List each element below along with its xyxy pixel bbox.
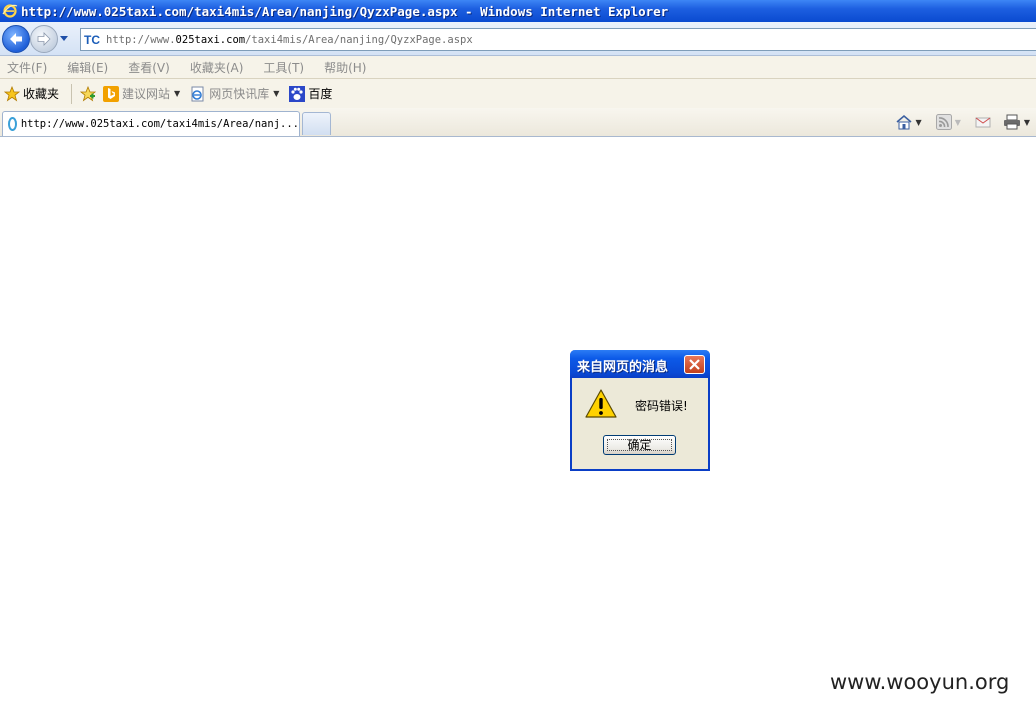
window-title-bar[interactable]: http://www.025taxi.com/taxi4mis/Area/nan… (0, 0, 1036, 22)
watermark-text: www.wooyun.org (830, 670, 1010, 694)
back-button[interactable] (2, 25, 30, 53)
window-title: http://www.025taxi.com/taxi4mis/Area/nan… (21, 3, 669, 19)
suggested-sites-dropdown-icon[interactable]: ▼ (174, 89, 180, 98)
add-to-favorites-bar-button[interactable] (80, 85, 99, 102)
feeds-dropdown-icon[interactable]: ▼ (955, 118, 961, 127)
loading-icon (8, 117, 17, 131)
dialog-title: 来自网页的消息 (577, 360, 669, 375)
baidu-label: 百度 (308, 87, 333, 101)
web-slice-dropdown-icon[interactable]: ▼ (273, 89, 279, 98)
url-text[interactable]: http://www.025taxi.com/taxi4mis/Area/nan… (106, 34, 473, 46)
ok-button[interactable]: 确定 (603, 435, 676, 455)
rss-feed-icon (935, 114, 952, 130)
command-bar: ▼ ▼ ▼ (885, 112, 1030, 132)
baidu-paw-icon (289, 85, 306, 102)
menu-favorites[interactable]: 收藏夹(A) (190, 59, 244, 76)
site-favicon: TC (84, 32, 100, 47)
dialog-close-button[interactable] (684, 355, 705, 374)
menu-tools[interactable]: 工具(T) (263, 59, 304, 76)
feeds-button[interactable]: ▼ (935, 114, 961, 130)
alert-dialog: 来自网页的消息 密码错误! 确定 (570, 350, 710, 471)
forward-arrow-icon (37, 32, 51, 46)
web-slice-icon (191, 86, 204, 101)
mail-icon (975, 117, 991, 128)
tab-label: http://www.025taxi.com/taxi4mis/Area/nan… (20, 118, 299, 130)
printer-icon (1003, 114, 1020, 130)
address-field[interactable]: TC http://www.025taxi.com/taxi4mis/Area/… (80, 28, 1036, 51)
star-icon (4, 85, 20, 101)
print-dropdown-icon[interactable]: ▼ (1024, 118, 1030, 127)
favorites-button[interactable]: 收藏夹 (4, 85, 59, 102)
menu-edit[interactable]: 编辑(E) (67, 59, 108, 76)
warning-icon (585, 389, 617, 418)
menu-view[interactable]: 查看(V) (128, 59, 170, 76)
new-tab-button[interactable] (302, 112, 331, 135)
navigation-bar: TC http://www.025taxi.com/taxi4mis/Area/… (0, 22, 1036, 56)
ie-logo-icon (2, 4, 18, 18)
back-arrow-icon (10, 33, 22, 45)
recent-pages-dropdown-icon[interactable] (58, 32, 70, 44)
tab-bar: http://www.025taxi.com/taxi4mis/Area/nan… (0, 108, 1036, 137)
baidu-link[interactable]: 百度 (289, 85, 332, 102)
web-slice-label: 网页快讯库 (209, 87, 270, 101)
add-favorite-star-icon (80, 85, 97, 101)
tab-active[interactable]: http://www.025taxi.com/taxi4mis/Area/nan… (2, 111, 300, 136)
menu-bar: 文件(F) 编辑(E) 查看(V) 收藏夹(A) 工具(T) 帮助(H) (0, 56, 1036, 79)
print-button[interactable]: ▼ (1003, 114, 1030, 130)
favorites-divider (71, 83, 73, 104)
dialog-message: 密码错误! (635, 399, 688, 413)
forward-button[interactable] (30, 25, 58, 53)
home-dropdown-icon[interactable]: ▼ (916, 118, 922, 127)
suggested-sites-label: 建议网站 (122, 87, 171, 101)
bing-icon (103, 85, 120, 102)
home-button[interactable]: ▼ (895, 114, 922, 130)
dialog-title-bar[interactable]: 来自网页的消息 (570, 350, 710, 378)
favorites-bar: 收藏夹 建议网站 ▼ 网页快讯库 ▼ 百度 (0, 79, 1036, 108)
read-mail-button[interactable] (975, 115, 991, 129)
favorites-label: 收藏夹 (23, 87, 60, 101)
suggested-sites-button[interactable]: 建议网站 ▼ (103, 85, 180, 102)
home-icon (896, 114, 912, 130)
close-icon (689, 359, 700, 370)
menu-file[interactable]: 文件(F) (7, 59, 47, 76)
ok-focus-rect (607, 439, 672, 451)
web-slice-gallery-button[interactable]: 网页快讯库 ▼ (190, 85, 279, 102)
menu-help[interactable]: 帮助(H) (324, 59, 366, 76)
